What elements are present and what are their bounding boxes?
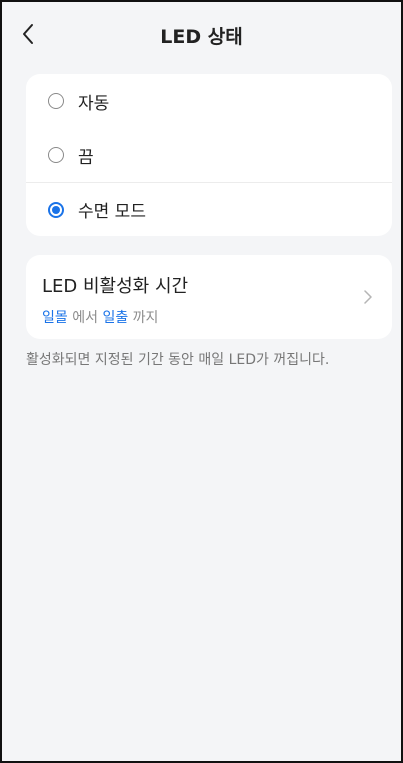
radio-checked-icon xyxy=(48,201,64,218)
deactivation-title: LED 비활성화 시간 xyxy=(42,276,189,297)
option-label: 수면 모드 xyxy=(78,202,146,222)
option-label: 자동 xyxy=(78,93,110,114)
schedule-end: 일출 xyxy=(102,310,129,326)
header: LED 상태 xyxy=(2,2,401,66)
option-off[interactable]: 끔 xyxy=(26,128,392,182)
radio-icon xyxy=(48,93,64,109)
page-title: LED 상태 xyxy=(160,26,243,48)
option-sleep-mode[interactable]: 수면 모드 xyxy=(26,182,392,236)
schedule-start: 일몰 xyxy=(42,310,68,326)
led-mode-card: 자동 끔 수면 모드 xyxy=(26,74,392,236)
schedule-to-word: 까지 xyxy=(132,310,159,326)
screen: LED 상태 자동 끔 수면 모드 LED 비활성화 시간 일몰 에서 일출 까… xyxy=(0,0,403,763)
schedule-from-word: 에서 xyxy=(72,310,98,326)
chevron-right-icon xyxy=(364,290,372,304)
led-deactivation-time-row[interactable]: LED 비활성화 시간 일몰 에서 일출 까지 xyxy=(26,255,392,339)
option-auto[interactable]: 자동 xyxy=(26,74,392,128)
radio-icon xyxy=(48,147,64,163)
deactivation-schedule: 일몰 에서 일출 까지 xyxy=(42,307,158,327)
description-text: 활성화되면 지정된 기간 동안 매일 LED가 꺼집니다. xyxy=(26,352,330,368)
option-label: 끔 xyxy=(78,147,94,168)
